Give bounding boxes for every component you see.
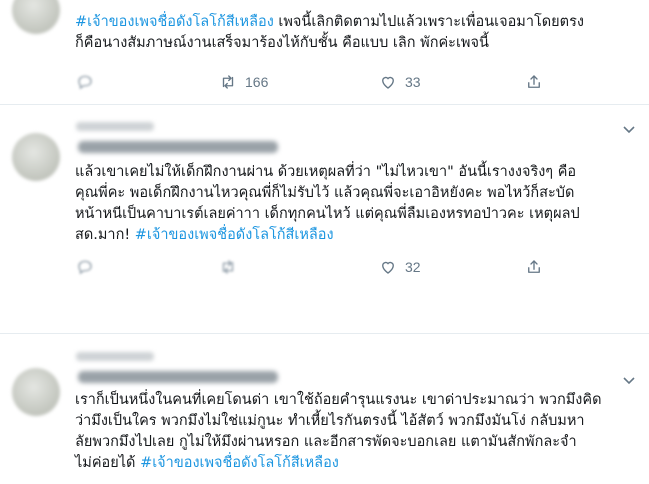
tweet-text: แล้วเขาเคยไม่ให้เด็กฝึกงานผ่าน ด้วยเหตุผ…	[75, 164, 580, 243]
hashtag-link[interactable]: #เจ้าของเพจชื่อดังโลโก้สีเหลือง	[75, 14, 274, 30]
like-button[interactable]: 32	[379, 255, 421, 279]
tweet-actions: 166 33	[0, 70, 649, 94]
retweet-count: 166	[245, 74, 269, 90]
reply-button[interactable]	[76, 70, 94, 94]
tweet-1[interactable]: #เจ้าของเพจชื่อดังโลโก้สีเหลือง เพจนี้เล…	[0, 0, 649, 100]
heart-icon	[382, 261, 394, 274]
tweet-2[interactable]: แล้วเขาเคยไม่ให้เด็กฝึกงานผ่าน ด้วยเหตุผ…	[0, 105, 649, 332]
hashtag-link[interactable]: #เจ้าของเพจชื่อดังโลโก้สีเหลือง	[135, 227, 334, 243]
share-button[interactable]	[525, 255, 543, 279]
username[interactable]	[78, 141, 278, 153]
share-icon	[528, 260, 540, 273]
reply-button[interactable]	[76, 255, 94, 279]
like-count: 33	[405, 74, 421, 90]
display-name[interactable]	[76, 122, 154, 131]
username[interactable]	[78, 371, 278, 383]
tweet-3[interactable]: เราก็เป็นหนึ่งในคนที่เคยโดนด่า เขาใช้ถ้อ…	[0, 334, 649, 484]
reply-icon	[78, 260, 92, 275]
retweet-button[interactable]	[219, 255, 237, 279]
tweet-actions: 32	[0, 255, 649, 279]
avatar[interactable]	[12, 0, 60, 34]
retweet-icon	[222, 75, 234, 89]
hashtag-link[interactable]: #เจ้าของเพจชื่อดังโลโก้สีเหลือง	[140, 455, 339, 471]
like-count: 32	[405, 259, 421, 275]
chevron-down-icon[interactable]	[621, 372, 637, 388]
tweet-text: เราก็เป็นหนึ่งในคนที่เคยโดนด่า เขาใช้ถ้อ…	[75, 392, 602, 471]
display-name[interactable]	[76, 352, 154, 361]
retweet-button[interactable]: 166	[219, 70, 268, 94]
reply-icon	[78, 75, 92, 90]
retweet-icon	[222, 260, 234, 274]
share-icon	[528, 75, 540, 88]
tweet-text: #เจ้าของเพจชื่อดังโลโก้สีเหลือง เพจนี้เล…	[75, 14, 584, 51]
share-button[interactable]	[525, 70, 543, 94]
like-button[interactable]: 33	[379, 70, 421, 94]
avatar[interactable]	[12, 133, 60, 181]
chevron-down-icon[interactable]	[621, 121, 637, 137]
avatar[interactable]	[12, 368, 60, 416]
heart-icon	[382, 76, 394, 89]
